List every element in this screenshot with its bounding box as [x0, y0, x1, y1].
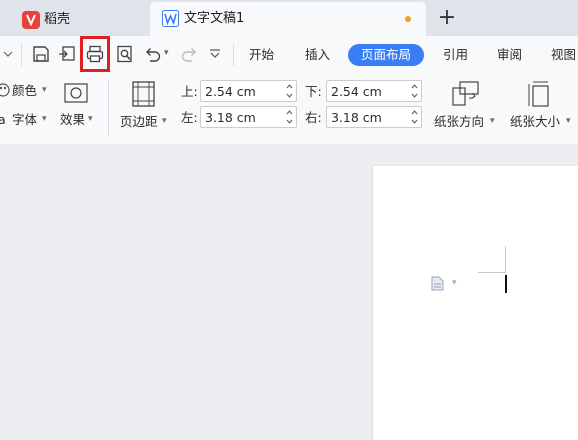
spinner-icon[interactable]	[286, 109, 293, 125]
margin-right-label: 右:	[305, 110, 322, 125]
margin-right-value: 3.18 cm	[331, 110, 382, 125]
spinner-icon[interactable]	[286, 83, 293, 99]
margin-bottom-field[interactable]: 2.54 cm	[326, 80, 422, 102]
paper-size-icon[interactable]	[527, 80, 553, 108]
margin-bottom-label: 下:	[305, 84, 322, 99]
separator	[21, 44, 22, 66]
tab-wps-home[interactable]: 稻壳	[0, 4, 148, 36]
chevron-down-icon[interactable]: ▾	[162, 116, 167, 126]
chevron-down-icon[interactable]: ▾	[42, 114, 47, 124]
unsaved-dot	[405, 16, 411, 22]
separator	[233, 44, 234, 66]
margin-left-value: 3.18 cm	[205, 110, 256, 125]
theme-effects-label[interactable]: 效果	[60, 112, 85, 128]
theme-font-label[interactable]: 字体	[12, 112, 37, 128]
paste-options-icon[interactable]	[431, 276, 444, 291]
text-cursor	[505, 275, 507, 293]
spinner-icon[interactable]	[411, 83, 418, 99]
tab-wps-label: 稻壳	[44, 12, 71, 27]
margin-corner-mark	[478, 272, 505, 273]
chevron-down-icon[interactable]	[3, 50, 13, 58]
margin-left-label: 左:	[181, 110, 198, 125]
margin-left-field[interactable]: 3.18 cm	[200, 106, 297, 128]
menu-tab-page-layout[interactable]: 页面布局	[348, 44, 424, 66]
separator	[108, 80, 109, 136]
wps-logo-icon	[22, 11, 40, 29]
page-orientation-label[interactable]: 纸张方向	[434, 114, 484, 130]
save-icon[interactable]	[32, 45, 50, 63]
export-icon[interactable]	[58, 45, 76, 63]
document-page[interactable]	[373, 166, 578, 440]
theme-color-label[interactable]: 颜色	[12, 83, 37, 99]
new-tab-button[interactable]: +	[436, 6, 458, 30]
redo-icon[interactable]	[180, 45, 198, 63]
menu-tab-start[interactable]: 开始	[249, 46, 274, 64]
chevron-down-icon[interactable]: ▾	[452, 278, 457, 288]
page-orientation-icon[interactable]	[451, 80, 481, 108]
effects-icon	[64, 83, 88, 103]
chevron-down-icon[interactable]: ▾	[88, 114, 93, 124]
font-aa-icon: a	[0, 112, 6, 127]
page-margins-icon[interactable]	[131, 80, 157, 108]
margin-top-label: 上:	[181, 84, 198, 99]
palette-icon	[0, 83, 10, 97]
margin-corner-mark	[505, 246, 506, 273]
chevron-down-icon[interactable]: ▾	[490, 116, 495, 126]
print-preview-icon[interactable]	[116, 45, 134, 63]
margin-right-field[interactable]: 3.18 cm	[326, 106, 422, 128]
menu-tab-references[interactable]: 引用	[443, 46, 468, 64]
word-doc-icon	[162, 10, 179, 27]
margin-top-value: 2.54 cm	[205, 84, 256, 99]
margin-top-field[interactable]: 2.54 cm	[200, 80, 297, 102]
margin-bottom-value: 2.54 cm	[331, 84, 382, 99]
undo-icon[interactable]	[144, 45, 162, 63]
paper-size-label[interactable]: 纸张大小	[510, 114, 560, 130]
chevron-down-icon[interactable]: ▾	[42, 85, 47, 95]
customize-toolbar-icon[interactable]	[209, 49, 221, 59]
menu-tab-review[interactable]: 审阅	[497, 46, 522, 64]
spinner-icon[interactable]	[411, 109, 418, 125]
chevron-down-icon[interactable]: ▾	[566, 116, 571, 126]
tab-document-label: 文字文稿1	[184, 11, 245, 26]
undo-caret-icon[interactable]: ▾	[164, 48, 169, 58]
menu-tab-insert[interactable]: 插入	[305, 46, 330, 64]
tab-document[interactable]: 文字文稿1	[150, 2, 426, 36]
print-icon[interactable]	[86, 45, 104, 63]
page-margins-label[interactable]: 页边距	[120, 114, 158, 130]
menu-tab-view[interactable]: 视图	[551, 46, 576, 64]
